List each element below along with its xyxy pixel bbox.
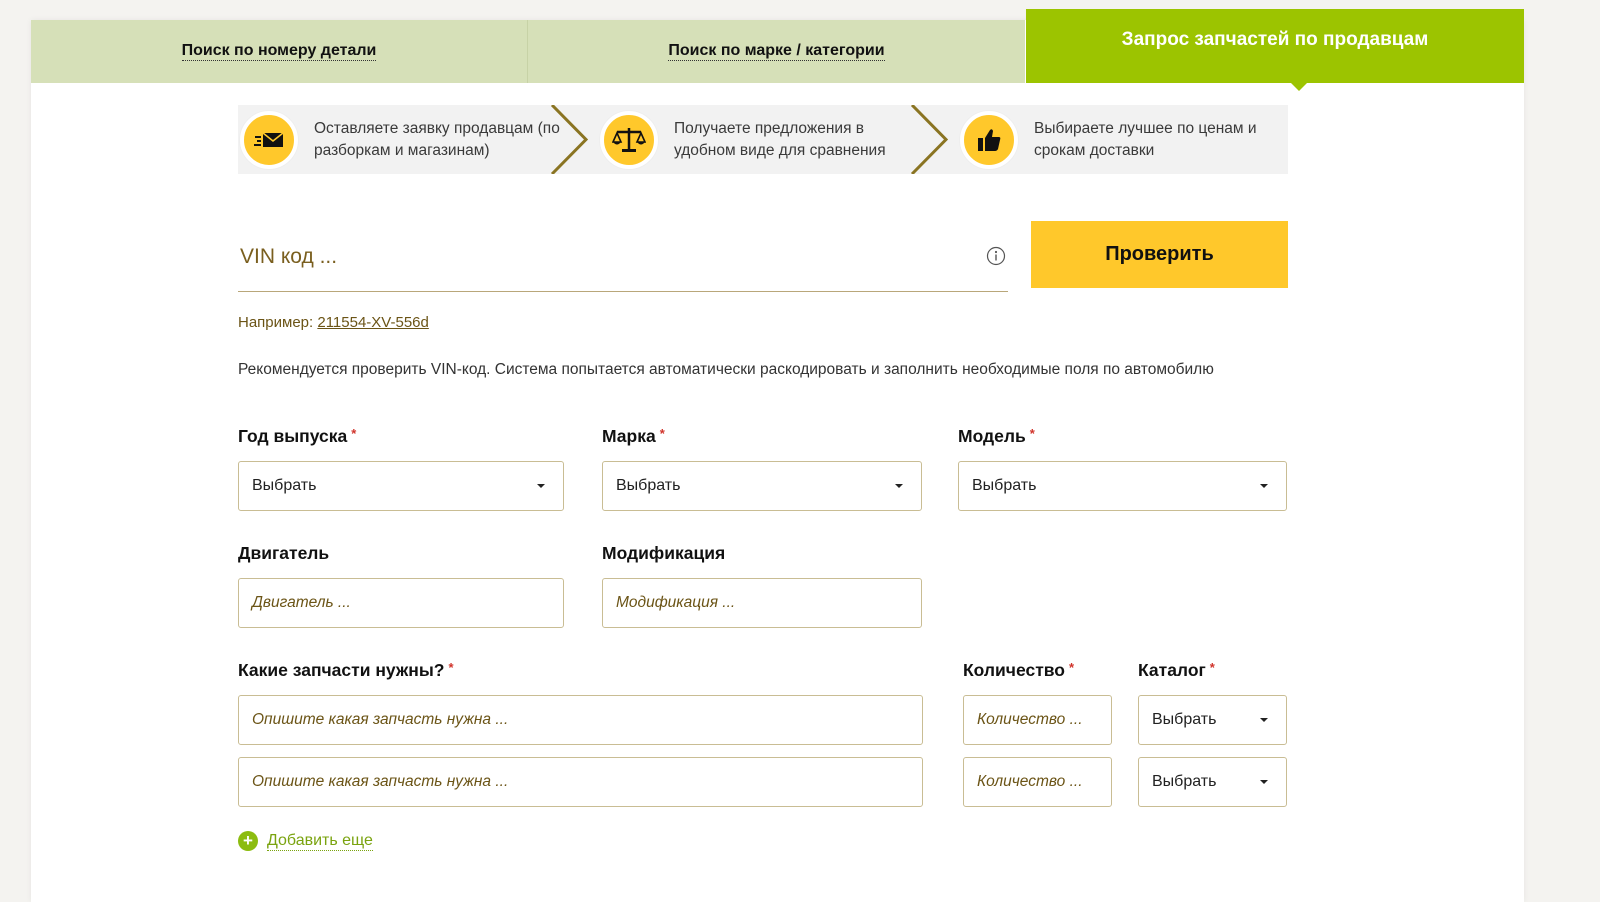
brand-select-value: Выбрать [616,477,681,494]
add-more-button[interactable]: + Добавить еще [238,831,373,851]
year-select-value: Выбрать [252,477,317,494]
catalog-select-value: Выбрать [1152,711,1217,728]
quantity-label: Количество * [963,660,1074,681]
step-2: Получаете предложения в удобном виде для… [600,105,914,174]
parts-label: Какие запчасти нужны? * [238,660,454,681]
part-description-field[interactable]: Опишите какая запчасть нужна ... [238,695,923,745]
caret-down-icon [1260,718,1268,722]
vin-example: Например: 211554-XV-556d [238,314,429,331]
brand-label-text: Марка [602,426,656,446]
active-tab-notch [1291,83,1307,91]
brand-label: Марка * [602,426,665,447]
check-vin-button[interactable]: Проверить [1031,221,1288,288]
quantity-field[interactable]: Количество ... [963,757,1112,807]
tab-part-number[interactable]: Поиск по номеру детали [31,20,528,83]
step-2-text: Получаете предложения в удобном виде для… [674,119,886,159]
thumbs-up-icon [960,110,1018,169]
model-label: Модель * [958,426,1035,447]
required-mark: * [1069,660,1075,675]
modification-field[interactable]: Модификация ... [602,578,922,628]
step-1-text: Оставляете заявку продавцам (по разборка… [314,119,560,159]
required-mark: * [448,660,454,675]
vin-example-label: Например: [238,314,314,331]
engine-field[interactable]: Двигатель ... [238,578,564,628]
scales-icon [600,110,658,169]
model-select[interactable]: Выбрать [958,461,1287,511]
vin-hint: Рекомендуется проверить VIN-код. Система… [238,361,1214,378]
info-icon[interactable] [986,246,1006,266]
catalog-label: Каталог * [1138,660,1215,681]
catalog-select[interactable]: Выбрать [1138,695,1287,745]
model-select-value: Выбрать [972,477,1037,494]
part-description-field[interactable]: Опишите какая запчасть нужна ... [238,757,923,807]
tab-request-sellers[interactable]: Запрос запчастей по продавцам [1026,9,1524,91]
caret-down-icon [537,484,545,488]
search-tabs: Поиск по номеру детали Поиск по марке / … [31,9,1524,91]
catalog-label-text: Каталог [1138,660,1206,680]
vin-input[interactable] [238,236,968,278]
year-select[interactable]: Выбрать [238,461,564,511]
caret-down-icon [1260,780,1268,784]
caret-down-icon [1260,484,1268,488]
vin-example-link[interactable]: 211554-XV-556d [317,314,428,331]
tab-part-number-label: Поиск по номеру детали [181,42,377,61]
caret-down-icon [895,484,903,488]
model-label-text: Модель [958,426,1026,446]
required-mark: * [351,426,357,441]
required-mark: * [659,426,665,441]
year-label-text: Год выпуска [238,426,348,446]
steps-bar: Оставляете заявку продавцам (по разборка… [238,105,1288,174]
year-label: Год выпуска * [238,426,356,447]
catalog-select[interactable]: Выбрать [1138,757,1287,807]
plus-circle-icon: + [238,831,258,851]
chevron-right-icon [550,105,589,174]
step-3-text: Выбираете лучшее по ценам и срокам доста… [1034,119,1257,159]
parts-label-text: Какие запчасти нужны? [238,660,445,680]
envelope-icon [240,110,298,169]
add-more-label: Добавить еще [267,831,373,851]
brand-select[interactable]: Выбрать [602,461,922,511]
step-3: Выбираете лучшее по ценам и срокам доста… [960,105,1274,174]
catalog-select-value: Выбрать [1152,773,1217,790]
quantity-label-text: Количество [963,660,1065,680]
quantity-field[interactable]: Количество ... [963,695,1112,745]
required-mark: * [1209,660,1215,675]
tab-request-sellers-label: Запрос запчастей по продавцам [1121,29,1429,50]
required-mark: * [1029,426,1035,441]
modification-label: Модификация [602,543,726,563]
engine-label: Двигатель [238,543,330,563]
tab-brand-category-label: Поиск по марке / категории [668,42,885,61]
tab-brand-category[interactable]: Поиск по марке / категории [528,20,1025,83]
chevron-right-icon [910,105,949,174]
vin-field-wrap [238,228,1008,292]
step-1: Оставляете заявку продавцам (по разборка… [240,105,564,174]
